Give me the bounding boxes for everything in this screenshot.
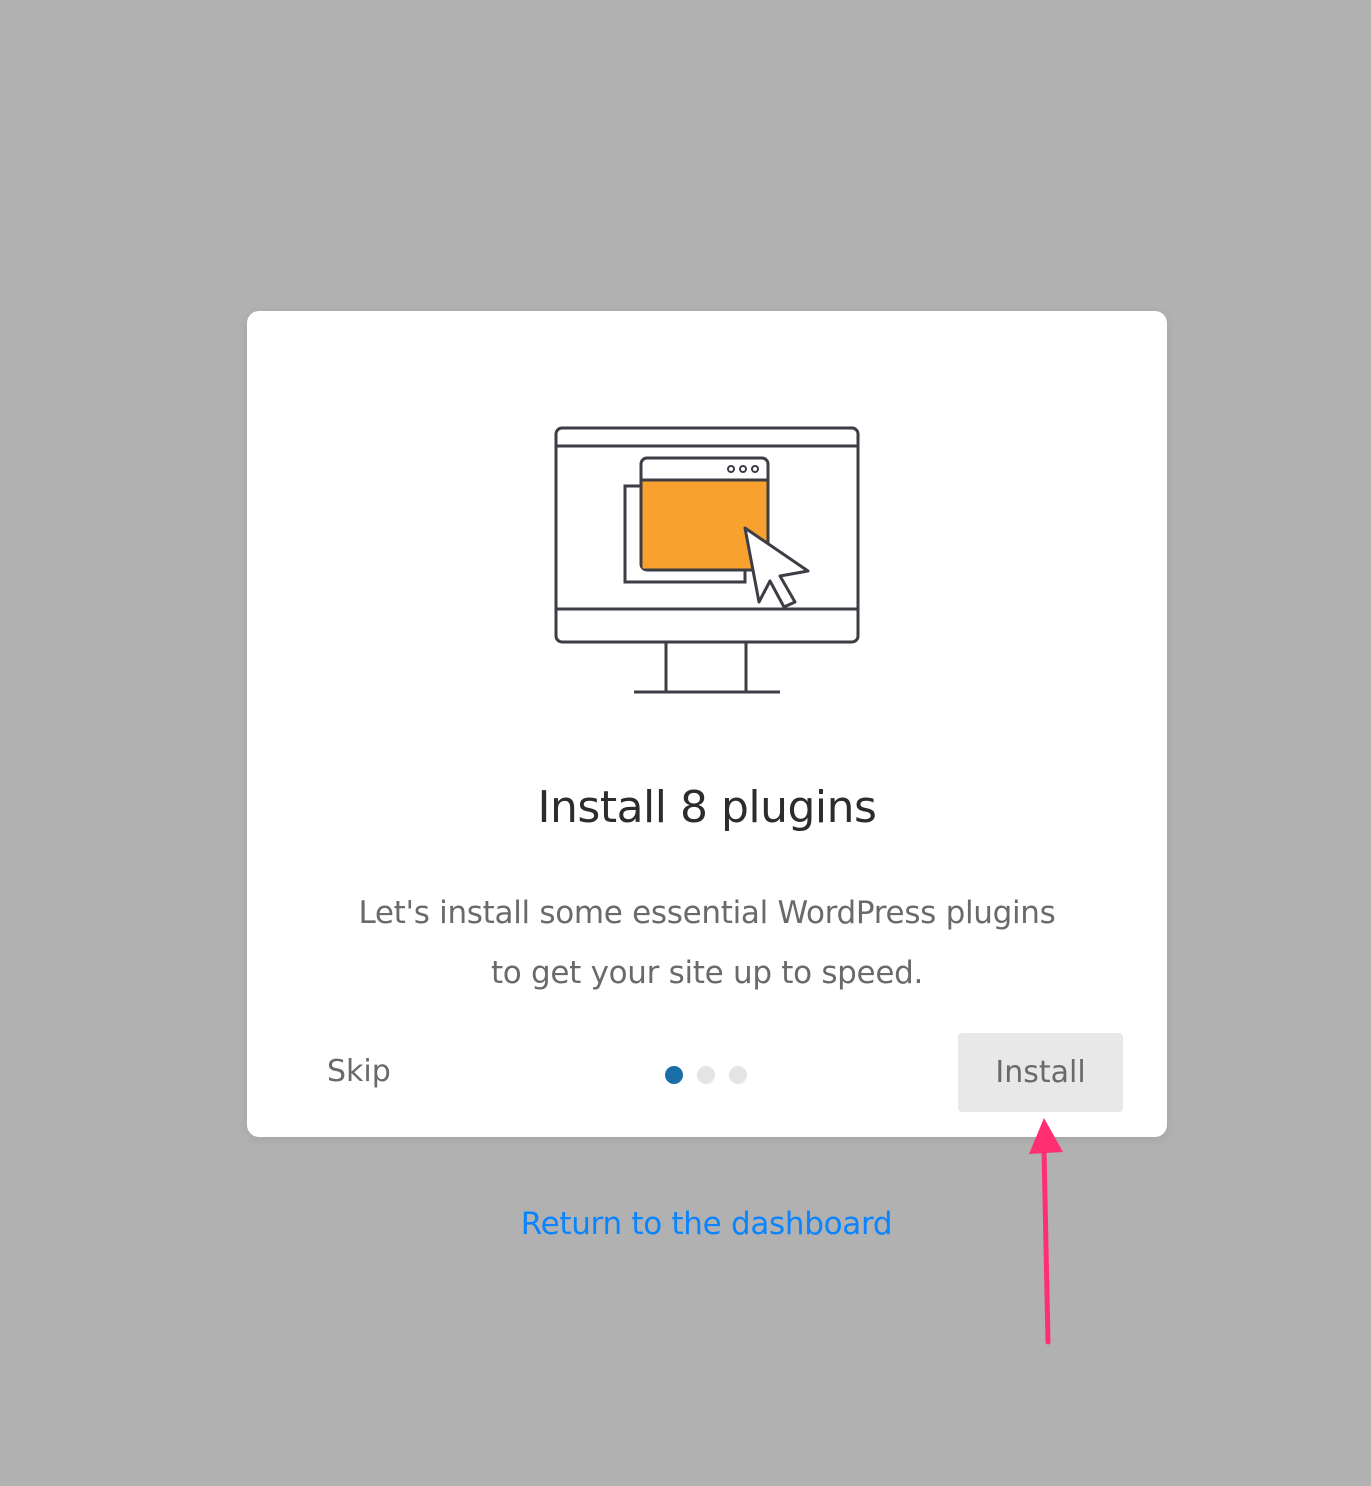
step-indicator — [665, 1066, 747, 1084]
monitor-window-cursor-icon — [554, 426, 860, 694]
step-dot-1 — [665, 1066, 683, 1084]
dialog-title: Install 8 plugins — [537, 782, 877, 833]
skip-button[interactable]: Skip — [327, 1049, 391, 1095]
step-dot-3 — [729, 1066, 747, 1084]
onboarding-dialog: Install 8 plugins Let's install some ess… — [247, 311, 1167, 1137]
install-button[interactable]: Install — [958, 1033, 1123, 1112]
step-dot-2 — [697, 1066, 715, 1084]
return-to-dashboard-link[interactable]: Return to the dashboard — [0, 1200, 1371, 1248]
dialog-description: Let's install some essential WordPress p… — [358, 895, 1056, 991]
annotation-arrow-icon — [1029, 1118, 1063, 1345]
